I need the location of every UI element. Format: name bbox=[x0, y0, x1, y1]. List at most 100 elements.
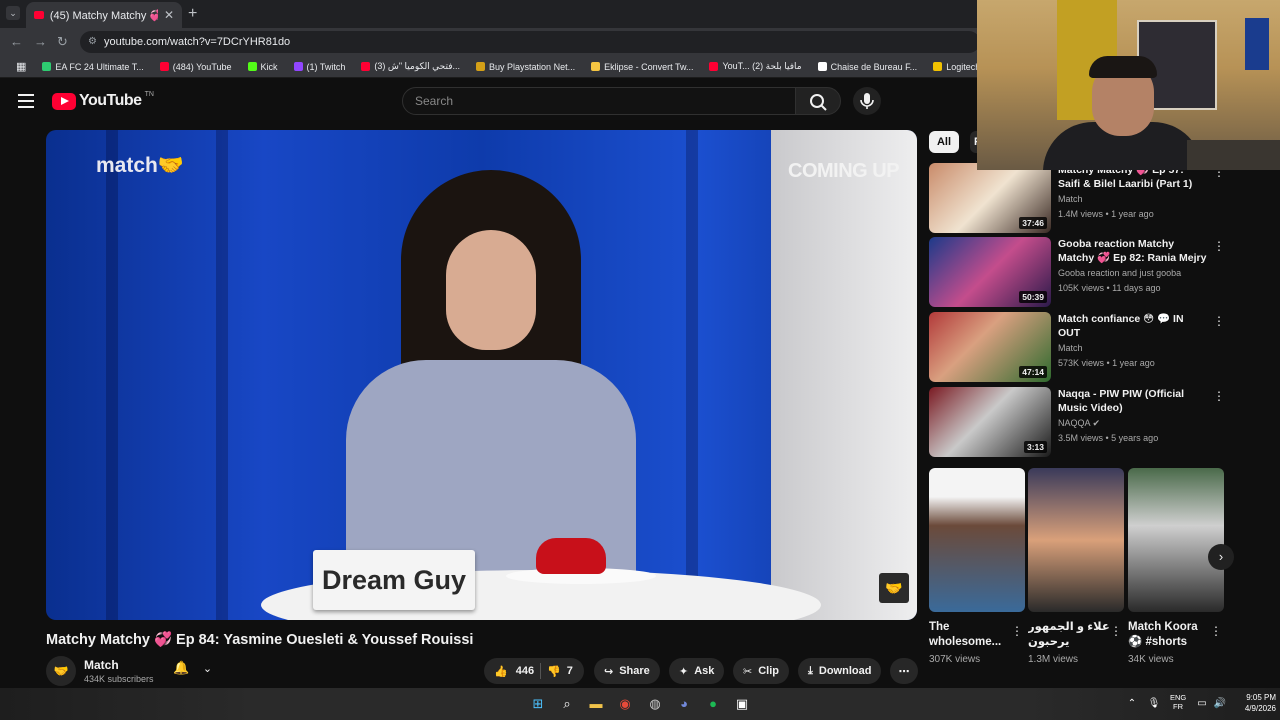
video-thumbnail[interactable]: 3:13 bbox=[929, 387, 1051, 457]
site-info-icon[interactable]: ⚙ bbox=[88, 31, 97, 53]
like-button[interactable]: 👍 446 bbox=[494, 665, 534, 678]
tray-chevron-up-icon[interactable]: ⌃ bbox=[1122, 694, 1142, 714]
short-thumbnail[interactable] bbox=[1028, 468, 1124, 612]
bookmark-label: EA FC 24 Ultimate T... bbox=[55, 61, 144, 72]
file-explorer-icon[interactable]: ▬ bbox=[586, 694, 606, 714]
bookmark-item[interactable]: (484) YouTube bbox=[152, 62, 240, 72]
short-title[interactable]: علاء و الجمهور يرحبون بالفنانة ... bbox=[1028, 620, 1110, 650]
recommended-meta: 105K views • 11 days ago bbox=[1058, 283, 1161, 293]
thumbs-down-icon: 👎 bbox=[547, 665, 561, 678]
discord-icon[interactable]: ◕ bbox=[674, 694, 694, 714]
more-vertical-icon[interactable]: ⋮ bbox=[1213, 239, 1225, 253]
voice-search-button[interactable] bbox=[853, 87, 881, 115]
video-player[interactable]: match🤝 COMING UP Dream Guy 🤝 bbox=[46, 130, 917, 620]
more-vertical-icon[interactable]: ⋮ bbox=[1110, 624, 1122, 638]
short-title[interactable]: Match Koora ⚽ #shorts bbox=[1128, 620, 1210, 650]
back-button[interactable]: ← bbox=[10, 34, 23, 49]
new-tab-button[interactable]: + bbox=[188, 5, 197, 23]
shorts-next-button[interactable]: › bbox=[1208, 544, 1234, 570]
bookmark-item[interactable]: Kick bbox=[240, 62, 286, 72]
bookmark-item[interactable]: YouT... مافيا بلحة (2) bbox=[701, 61, 809, 72]
obs-icon[interactable]: ◍ bbox=[645, 694, 665, 714]
bookmark-label: YouT... مافيا بلحة (2) bbox=[722, 61, 802, 71]
video-thumbnail[interactable]: 47:14 bbox=[929, 312, 1051, 382]
video-duration: 50:39 bbox=[1019, 291, 1047, 303]
search-input[interactable]: Search bbox=[402, 87, 796, 115]
short-views: 34K views bbox=[1128, 654, 1174, 665]
close-tab-icon[interactable]: ✕ bbox=[164, 8, 174, 22]
more-vertical-icon[interactable]: ⋮ bbox=[1213, 314, 1225, 328]
bookmark-label: (484) YouTube bbox=[172, 61, 232, 72]
download-icon: ⤓ bbox=[808, 664, 813, 677]
bookmark-favicon-icon bbox=[293, 62, 303, 71]
guide-menu-icon[interactable] bbox=[18, 94, 34, 108]
bookmark-item[interactable]: EA FC 24 Ultimate T... bbox=[34, 62, 151, 72]
more-actions-button[interactable]: ⋯ bbox=[890, 658, 918, 684]
volume-icon[interactable]: 🔊 bbox=[1210, 694, 1230, 714]
forward-button[interactable]: → bbox=[34, 34, 47, 49]
chrome-icon[interactable]: ◉ bbox=[615, 694, 635, 714]
windows-start-icon[interactable]: ⊞ bbox=[528, 694, 548, 714]
recommended-video-title[interactable]: Match confiance 😳 💬 IN OUT bbox=[1058, 312, 1208, 340]
ask-button[interactable]: ✦ Ask bbox=[669, 658, 725, 684]
recommended-channel[interactable]: NAQQA ✔ bbox=[1058, 418, 1100, 429]
channel-branding-icon[interactable]: 🤝 bbox=[879, 573, 909, 603]
channel-name[interactable]: Match bbox=[84, 658, 119, 672]
tab-search-button[interactable]: ⌄ bbox=[6, 6, 20, 20]
video-thumbnail[interactable]: 37:46 bbox=[929, 163, 1051, 233]
short-thumbnail[interactable] bbox=[929, 468, 1025, 612]
bookmark-label: (3) فتحي الكوميا "ش... bbox=[374, 61, 461, 71]
taskbar-clock[interactable]: 9:05 PM 4/9/2026 bbox=[1236, 692, 1276, 714]
clip-button[interactable]: ✂ Clip bbox=[733, 658, 789, 684]
browser-tab-active[interactable]: (45) Matchy Matchy 💞 Ep 84: ✕ bbox=[26, 2, 182, 28]
address-bar[interactable]: ⚙ youtube.com/watch?v=7DCrYHR81do bbox=[80, 31, 980, 53]
recommended-channel[interactable]: Gooba reaction and just gooba bbox=[1058, 268, 1181, 278]
bookmark-favicon-icon bbox=[247, 62, 257, 71]
more-horizontal-icon: ⋯ bbox=[898, 665, 910, 678]
bookmark-item[interactable]: Chaise de Bureau F... bbox=[810, 62, 926, 72]
bookmark-favicon-icon bbox=[476, 62, 486, 71]
spotify-icon[interactable]: ● bbox=[703, 694, 723, 714]
search-button[interactable] bbox=[795, 87, 841, 115]
like-count: 446 bbox=[515, 665, 535, 677]
recommended-video[interactable]: 47:14 Match confiance 😳 💬 IN OUT Match 573K… bbox=[929, 312, 1229, 382]
bookmark-label: Eklipse - Convert Tw... bbox=[604, 61, 694, 72]
video-title: Matchy Matchy 💞 Ep 84: Yasmine Ouesleti … bbox=[46, 632, 474, 648]
epic-games-icon[interactable]: ▣ bbox=[732, 694, 752, 714]
chip-all[interactable]: All bbox=[929, 131, 959, 153]
recommended-video-title[interactable]: Naqqa - PIW PIW (Official Music Video) bbox=[1058, 387, 1208, 415]
dislike-button[interactable]: 👎 7 bbox=[547, 665, 573, 678]
share-button[interactable]: ↪ Share bbox=[594, 658, 660, 684]
channel-avatar[interactable]: 🤝 bbox=[46, 656, 76, 686]
more-vertical-icon[interactable]: ⋮ bbox=[1210, 624, 1222, 638]
reload-button[interactable]: ↻ bbox=[57, 34, 68, 50]
video-thumbnail[interactable]: 50:39 bbox=[929, 237, 1051, 307]
bookmark-item[interactable]: Buy Playstation Net... bbox=[468, 62, 583, 72]
download-button[interactable]: ⤓ Download bbox=[798, 658, 882, 684]
clip-label: Clip bbox=[758, 665, 779, 677]
recommended-channel[interactable]: Match bbox=[1058, 343, 1083, 353]
taskbar-search-icon[interactable]: ⌕ bbox=[557, 694, 577, 714]
verified-icon: ✔ bbox=[1092, 418, 1101, 428]
apps-icon[interactable]: ▦ bbox=[8, 60, 34, 73]
short-views: 307K views bbox=[929, 654, 981, 665]
bookmark-item[interactable]: Eklipse - Convert Tw... bbox=[583, 62, 701, 72]
recommended-video[interactable]: 50:39 Gooba reaction Matchy Matchy 💞 Ep 8… bbox=[929, 237, 1229, 307]
language-indicator[interactable]: ENG FR bbox=[1170, 693, 1186, 711]
recommended-video[interactable]: 3:13 Naqqa - PIW PIW (Official Music Vide… bbox=[929, 387, 1229, 457]
more-vertical-icon[interactable]: ⋮ bbox=[1011, 624, 1023, 638]
bookmark-item[interactable]: (3) فتحي الكوميا "ش... bbox=[353, 61, 468, 72]
bookmark-item[interactable]: (1) Twitch bbox=[286, 62, 354, 72]
bookmark-favicon-icon bbox=[933, 62, 943, 71]
tray-microphone-icon[interactable]: 🎙 bbox=[1144, 694, 1164, 714]
recommended-channel[interactable]: Match bbox=[1058, 194, 1083, 204]
short-title[interactable]: The wholesome... bbox=[929, 620, 1011, 650]
bookmark-label: Kick bbox=[260, 61, 278, 72]
recommended-video-title[interactable]: Gooba reaction Matchy Matchy 💞 Ep 82: Ra… bbox=[1058, 237, 1208, 265]
short-thumbnail[interactable] bbox=[1128, 468, 1224, 612]
more-vertical-icon[interactable]: ⋮ bbox=[1213, 389, 1225, 403]
network-icon[interactable]: ▭ bbox=[1192, 694, 1212, 714]
notification-bell-button[interactable]: 🔔 ⌄ bbox=[173, 660, 233, 682]
recommended-video[interactable]: 37:46 Matchy Matchy 💞 Ep 57: Saifi & Bile… bbox=[929, 163, 1229, 233]
youtube-logo[interactable]: YouTube TN bbox=[52, 91, 154, 110]
